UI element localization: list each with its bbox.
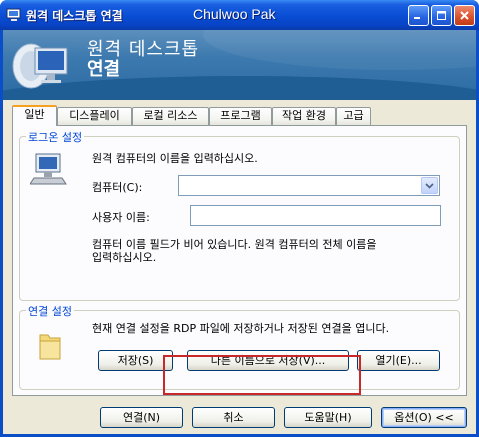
close-icon [460,11,469,20]
window-user: Chulwoo Pak [193,6,276,22]
close-button[interactable] [454,5,475,26]
save-button[interactable]: 저장(S) [98,350,173,371]
connect-button[interactable]: 연결(N) [100,407,183,428]
tab-general[interactable]: 일반 [12,105,57,126]
logon-instruction: 원격 컴퓨터의 이름을 입력하십시오. [92,152,258,165]
connection-settings-label: 연결 설정 [26,303,74,319]
tab-experience[interactable]: 작업 환경 [272,107,336,125]
tab-advanced[interactable]: 고급 [336,107,371,125]
rdp-window: 원격 데스크톱 연결 Chulwoo Pak 원격 데스크톱 연결 일반 디스플… [0,0,479,437]
computer-combobox[interactable] [178,175,440,196]
minimize-icon [414,17,420,19]
help-button[interactable]: 도움말(H) [284,407,372,428]
logon-settings-label: 로그온 설정 [26,129,85,145]
connection-description: 현재 연결 설정을 RDP 파일에 저장하거나 저장된 연결을 엽니다. [92,322,390,335]
minimize-button[interactable] [408,5,429,26]
dialog-client: 원격 데스크톱 연결 일반 디스플레이 로컬 리소스 프로그램 작업 환경 고급… [3,30,476,434]
annotation-highlight-box [163,355,361,395]
username-label: 사용자 이름: [92,211,150,224]
computer-icon [30,153,67,185]
title-bar[interactable]: 원격 데스크톱 연결 Chulwoo Pak [0,0,479,30]
logon-note-line2: 입력하십시오. [92,251,157,264]
maximize-button[interactable] [431,5,452,26]
folder-icon [39,334,61,360]
open-button[interactable]: 열기(E)... [357,350,440,371]
remote-desktop-icon [6,8,21,21]
banner-title-line2: 연결 [87,59,121,80]
options-button[interactable]: 옵션(O) << [381,407,467,428]
logon-settings-group: 로그온 설정 원격 컴퓨터의 이름을 입력하십시오. 컴퓨터(C): 사용자 이… [19,129,460,301]
tab-local-resources[interactable]: 로컬 리소스 [132,107,209,125]
remote-desktop-logo-icon [12,43,68,89]
chevron-down-icon [425,182,434,189]
header-banner: 원격 데스크톱 연결 [3,30,476,100]
username-input[interactable] [190,205,441,226]
cancel-button[interactable]: 취소 [192,407,275,428]
computer-label: 컴퓨터(C): [92,181,143,194]
tab-programs[interactable]: 프로그램 [209,107,272,125]
window-title: 원격 데스크톱 연결 [26,9,123,23]
computer-dropdown-button[interactable] [421,177,438,194]
tab-panel-general: 로그온 설정 원격 컴퓨터의 이름을 입력하십시오. 컴퓨터(C): 사용자 이… [12,125,467,396]
tab-display[interactable]: 디스플레이 [57,107,132,125]
maximize-icon [437,11,446,20]
